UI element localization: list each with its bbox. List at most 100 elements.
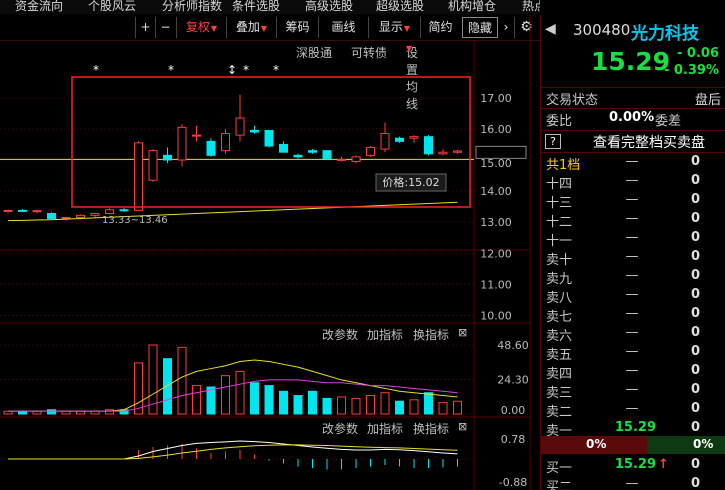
volume-bar: [264, 385, 274, 415]
sell-level-volume: 0: [690, 325, 700, 340]
volume-ma-line: [8, 379, 458, 412]
help-icon[interactable]: ?: [545, 134, 561, 149]
trade-status-label: 交易状态: [546, 93, 599, 108]
sell-level-row[interactable]: 十三 — 0: [546, 192, 724, 211]
sell-level-row[interactable]: 十二 — 0: [546, 211, 724, 230]
sell-level-row[interactable]: 卖九 — 0: [546, 268, 724, 287]
candle-body: [264, 129, 274, 147]
price-change-pct: - 0.39%: [663, 63, 719, 78]
buy-level-row[interactable]: 买一 15.29 ↑ 0: [546, 457, 724, 476]
candle-body: [221, 133, 230, 152]
sell-level-label: 卖九: [546, 272, 573, 287]
volume-bar: [192, 385, 201, 415]
sell-level-row[interactable]: 十一 — 0: [546, 230, 724, 249]
volume-axis-label: 0.00: [501, 404, 526, 417]
sell-level-price: —: [625, 211, 639, 226]
sell-level-row[interactable]: 卖七 — 0: [546, 306, 724, 325]
sell-level-volume: 0: [690, 173, 700, 188]
price-axis-label: 16.00: [480, 123, 512, 136]
volume-axis-label: 24.30: [497, 374, 529, 387]
volume-bar: [250, 382, 259, 415]
buy-level-volume: 0: [690, 476, 700, 490]
buy-level-row[interactable]: 买二 — 0: [546, 476, 724, 490]
volume-bar: [453, 400, 462, 415]
collapse-icon[interactable]: ◀: [545, 21, 556, 37]
sell-level-volume: 0: [690, 363, 700, 378]
buy-level-price: 15.29: [614, 457, 656, 472]
divider: [541, 152, 725, 153]
sell-level-volume: 0: [690, 211, 700, 226]
sell-level-volume: 0: [690, 382, 700, 397]
candle-body: [279, 143, 288, 153]
event-marker: *: [93, 63, 99, 77]
sell-level-price: —: [625, 382, 639, 397]
volume-bar: [105, 409, 114, 415]
volume-bar: [47, 409, 56, 415]
candle-body: [32, 210, 42, 213]
candle-body: [47, 212, 56, 219]
volume-bar: [279, 390, 288, 415]
candle-body: [163, 154, 172, 161]
sell-level-volume: 0: [690, 268, 700, 283]
candle-body: [119, 209, 129, 212]
sell-level-volume: 0: [690, 287, 700, 302]
sell-level-label: 十二: [546, 215, 573, 230]
sell-level-price: —: [625, 192, 639, 207]
sell-level-label: 卖八: [546, 291, 573, 306]
kline-chart[interactable]: 17.0016.0015.0215.0014.0013.0012.0011.00…: [0, 0, 540, 490]
sell-level-row[interactable]: 卖三 — 0: [546, 382, 724, 401]
sell-level-label: 卖三: [546, 386, 573, 401]
candle-body: [148, 150, 158, 181]
price-axis-label: 10.00: [480, 310, 512, 323]
volume-bar: [395, 400, 404, 415]
candle-body: [3, 209, 13, 212]
weibi-value: 0.00%: [609, 110, 655, 125]
candle-body: [61, 217, 71, 220]
volume-axis-label: 48.60: [497, 339, 529, 352]
divider: [541, 130, 725, 131]
price-axis-label: 13.00: [480, 216, 512, 229]
total-levels-label: 共1档: [546, 158, 581, 173]
sell-level-price: —: [625, 268, 639, 283]
macd-dea-line: [8, 444, 458, 460]
macd-axis-label: -0.88: [499, 476, 527, 489]
price-axis-label: 14.00: [480, 185, 512, 198]
volume-bar: [351, 397, 361, 415]
range-label: 13.33~13.46: [102, 215, 168, 226]
candle-body: [235, 117, 245, 136]
current-price-box: [475, 145, 527, 159]
sell-level-row[interactable]: 十四 — 0: [546, 173, 724, 192]
buy-level-label: 买一: [546, 461, 573, 476]
candle-body: [90, 212, 100, 216]
candle-body: [177, 126, 187, 161]
sell-level-row[interactable]: 卖二 — 0: [546, 401, 724, 420]
sell-level-row[interactable]: 卖五 — 0: [546, 344, 724, 363]
volume-bar: [424, 392, 433, 415]
ratio-left-value: 0%: [586, 437, 607, 451]
sell-level-label: 卖十: [546, 253, 573, 268]
price-axis-label: 15.00: [480, 157, 512, 170]
candle-body: [409, 136, 419, 139]
up-arrow-icon: ↑: [658, 457, 669, 472]
candle-body: [438, 151, 448, 155]
sell-level-row[interactable]: 卖十 — 0: [546, 249, 724, 268]
sell-level-label: 卖六: [546, 329, 573, 344]
volume-bar: [409, 399, 419, 415]
sell-level-price: —: [625, 363, 639, 378]
sell-level-row[interactable]: 卖八 — 0: [546, 287, 724, 306]
candle-body: [206, 140, 216, 156]
sell-level-row[interactable]: 卖六 — 0: [546, 325, 724, 344]
sell-level-price: —: [625, 249, 639, 264]
sell-level-row[interactable]: 卖四 — 0: [546, 363, 724, 382]
volume-bar: [163, 358, 172, 415]
volume-bar: [380, 392, 390, 415]
sell-level-volume: 0: [690, 249, 700, 264]
volume-bar: [206, 386, 216, 415]
volume-bar: [366, 395, 375, 415]
candle-body: [337, 158, 346, 161]
buy-level-label: 买二: [546, 480, 573, 490]
candle-body: [134, 142, 143, 211]
price-axis-label: 12.00: [480, 247, 512, 260]
sell-level-volume: 0: [690, 192, 700, 207]
full-depth-button[interactable]: 查看完整档买卖盘: [593, 132, 705, 152]
